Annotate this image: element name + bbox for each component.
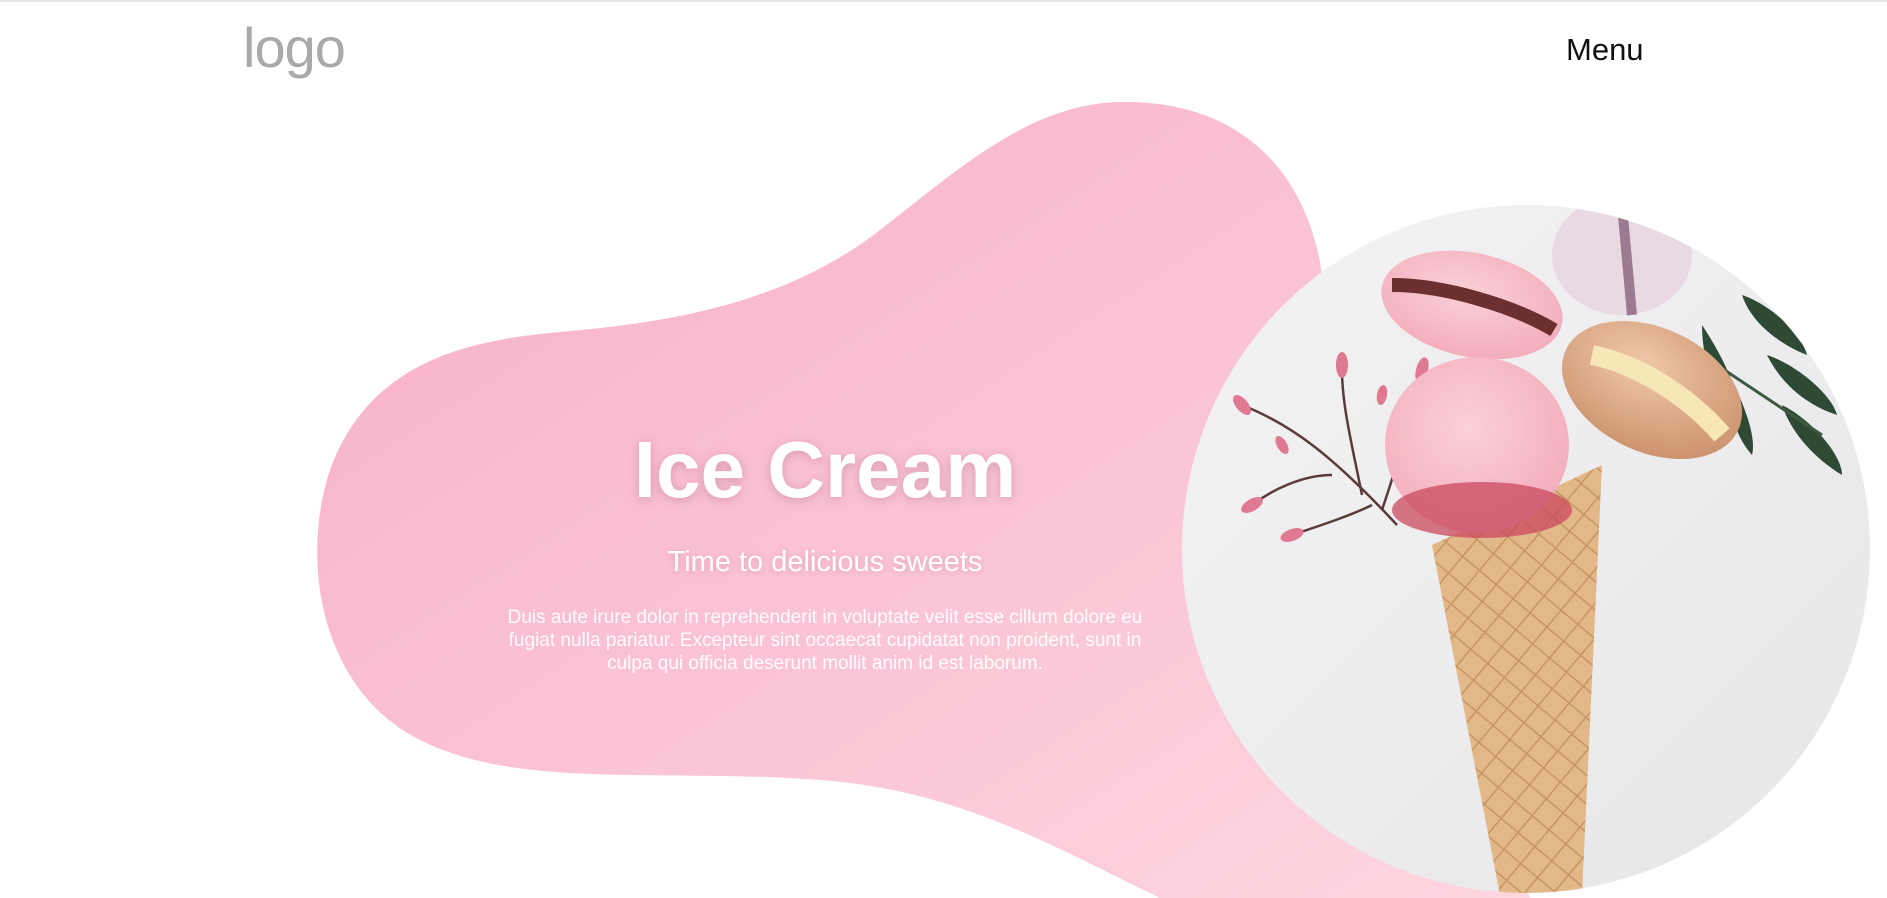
hero-subtitle: Time to delicious sweets — [667, 546, 983, 578]
hero-content: Ice Cream Time to delicious sweets Duis … — [460, 420, 1190, 675]
ice-cream-photo — [1182, 205, 1870, 893]
logo[interactable]: logo — [243, 16, 346, 80]
landing-page: logo Menu Ice Cream Time to delicious sw… — [0, 0, 1887, 898]
ice-cream-illustration — [1182, 205, 1870, 893]
hero-description: Duis aute irure dolor in reprehenderit i… — [507, 607, 1143, 674]
hero-title: Ice Cream — [633, 425, 1017, 514]
menu-button[interactable]: Menu — [1566, 30, 1644, 70]
